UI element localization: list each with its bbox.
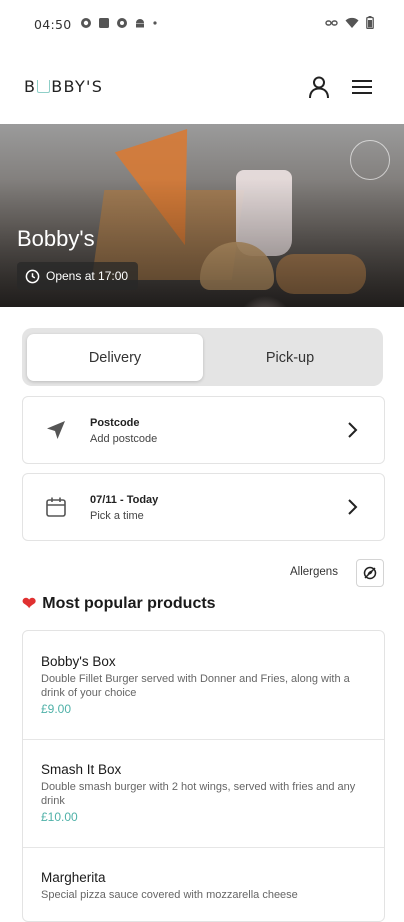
product-name: Smash It Box [41, 762, 122, 777]
gear-app-icon [117, 18, 127, 28]
logo-cup-icon [37, 80, 51, 93]
hero-watermark-logo [350, 140, 390, 180]
product-name: Margherita [41, 870, 106, 885]
postcode-title: Postcode [90, 417, 140, 429]
allergen-filter-icon [363, 566, 377, 580]
brand-logo[interactable]: B BBY'S [24, 77, 103, 96]
date-time-selector[interactable]: 07/11 - Today Pick a time [22, 473, 385, 541]
dot-icon [153, 21, 157, 25]
android-icon [136, 19, 144, 28]
logo-text-b: B [24, 77, 37, 96]
pickup-option[interactable]: Pick-up [202, 334, 378, 381]
link-icon [325, 19, 338, 26]
delivery-option[interactable]: Delivery [27, 334, 203, 381]
clock-icon [25, 269, 40, 283]
product-price: £10.00 [41, 810, 78, 824]
product-item[interactable]: Smash It Box Double smash burger with 2 … [23, 739, 384, 848]
popular-products-title: Most popular products [42, 595, 216, 612]
opening-hours-badge: Opens at 17:00 [17, 262, 139, 290]
allergens-button[interactable] [356, 559, 384, 587]
square-app-icon [99, 18, 109, 28]
postcode-selector[interactable]: Postcode Add postcode [22, 396, 385, 464]
product-price: £9.00 [41, 702, 72, 716]
circle-app-icon [81, 18, 91, 28]
allergens-label[interactable]: Allergens [290, 566, 338, 578]
status-bar: 04:50 [0, 0, 404, 50]
opening-hours-text: Opens at 17:00 [46, 269, 129, 283]
status-time: 04:50 [34, 17, 72, 32]
hamburger-menu-icon[interactable] [350, 76, 374, 98]
heart-icon: ❤ [22, 594, 37, 613]
order-type-toggle: Delivery Pick-up [22, 328, 383, 386]
status-notification-icons [80, 17, 158, 29]
wifi-icon [345, 17, 359, 28]
popular-products-list: Bobby's Box Double Fillet Burger served … [22, 630, 385, 922]
chevron-right-icon [348, 422, 358, 438]
calendar-icon [46, 497, 66, 517]
chevron-right-icon [348, 499, 358, 515]
product-item[interactable]: Bobby's Box Double Fillet Burger served … [23, 631, 384, 740]
account-icon[interactable] [306, 74, 332, 100]
location-arrow-icon [47, 421, 65, 439]
battery-icon [366, 16, 374, 29]
product-description: Double smash burger with 2 hot wings, se… [41, 781, 356, 807]
product-description: Double Fillet Burger served with Donner … [41, 673, 350, 699]
popular-products-heading: ❤ Most popular products [22, 594, 216, 614]
restaurant-name: Bobby's [17, 226, 95, 251]
product-item[interactable]: Margherita Special pizza sauce covered w… [23, 847, 384, 921]
product-name: Bobby's Box [41, 654, 116, 669]
app-bar: B BBY'S [0, 60, 404, 112]
date-title: 07/11 - Today [90, 494, 159, 506]
logo-text-rest: BBY'S [51, 77, 104, 96]
postcode-subtitle: Add postcode [90, 433, 158, 445]
time-subtitle: Pick a time [90, 510, 144, 522]
status-system-icons [325, 16, 374, 29]
restaurant-hero-banner: Bobby's Opens at 17:00 [0, 124, 404, 307]
